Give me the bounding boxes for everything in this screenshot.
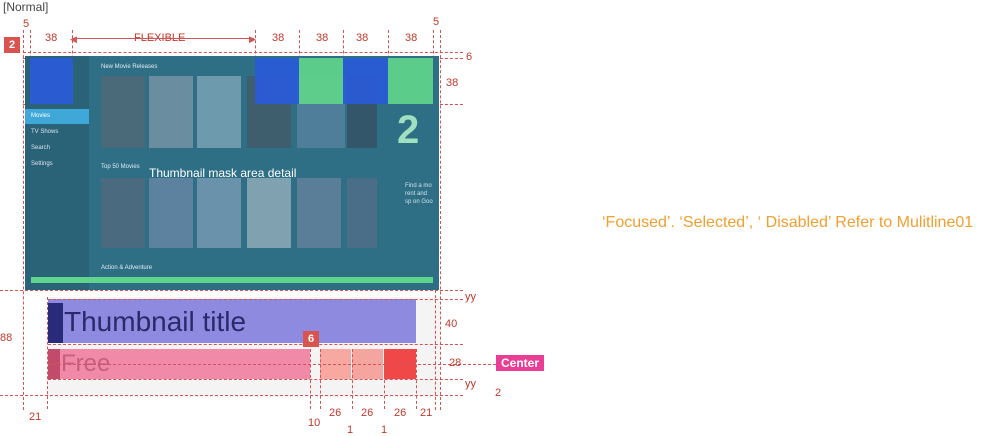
section-action: Action & Adventure [101, 265, 153, 271]
poster-2 [149, 76, 193, 148]
guide-v-310 [310, 349, 311, 409]
mask-box-c [343, 58, 388, 104]
guide-v-outer-right [440, 30, 441, 410]
poster-10 [247, 178, 291, 248]
poster-1 [101, 76, 145, 148]
guide-h-299 [48, 299, 463, 300]
dim-row-height: 38 [446, 77, 459, 89]
mask-box-b [299, 58, 343, 104]
poster-9 [197, 178, 241, 248]
dim-right-inset: 21 [420, 407, 433, 419]
mask-box-d [388, 58, 433, 104]
poster-7 [101, 178, 145, 248]
guide-h-290 [0, 290, 463, 291]
section-top50: Top 50 Movies [101, 164, 140, 170]
dim-sub-height: 28 [449, 357, 462, 369]
dim-col-b: 38 [316, 32, 329, 44]
guide-v-320 [320, 349, 321, 409]
dim-w26a: 26 [329, 407, 342, 419]
mask-caption: Thumbnail mask area detail [149, 166, 297, 180]
guide-v-416 [416, 349, 417, 409]
progress-strip [31, 277, 433, 283]
dim-right-margin: 5 [433, 16, 440, 28]
dim-w26c: 26 [394, 407, 407, 419]
guide-h-395 [0, 395, 463, 396]
dim-yy-top: yy [465, 291, 476, 303]
guide-v-352 [352, 349, 353, 409]
guide-h-52 [23, 52, 463, 53]
guide-v-384 [384, 349, 385, 409]
dim-left-margin: 5 [23, 18, 30, 30]
mask-box-a [255, 58, 299, 104]
dim-col-a: 38 [272, 32, 285, 44]
dim-col-c: 38 [356, 32, 369, 44]
center-tag: Center [496, 355, 545, 371]
dim-g1a: 1 [347, 424, 354, 436]
dim-g1b: 1 [381, 424, 388, 436]
poster-12 [347, 178, 377, 248]
thumbnail-title: Thumbnail title [64, 306, 247, 337]
guide-v-435 [435, 290, 436, 410]
dim-top-gap: 6 [466, 51, 473, 63]
dim-col1: 38 [45, 32, 58, 44]
poster-11 [297, 178, 341, 248]
section-new-releases: New Movie Releases [101, 64, 158, 70]
dim-left-inset: 21 [29, 411, 42, 423]
menu-movies: Movies [31, 113, 51, 119]
dim-left-height: 88 [0, 332, 13, 344]
poster-3 [197, 76, 241, 148]
menu-search: Search [31, 145, 51, 151]
flexible-arrow [72, 38, 254, 39]
dim-w26b: 26 [361, 407, 374, 419]
menu-settings: Settings [31, 161, 53, 167]
state-tag: [Normal] [3, 0, 49, 14]
state-reference-note: ‘Focused’. ‘Selected’, ‘ Disabled’ Refer… [602, 214, 974, 231]
dim-title-height: 40 [445, 318, 458, 330]
guide-v-outer-left [23, 30, 24, 410]
dim-gap10: 10 [308, 417, 321, 429]
guide-v-47 [47, 297, 48, 409]
badge-2: 2 [4, 37, 20, 53]
guide-h-343 [48, 344, 463, 345]
mask-box-left [30, 58, 73, 104]
dim-col-d: 38 [405, 32, 418, 44]
poster-8 [149, 178, 193, 248]
guide-h-379 [48, 379, 463, 380]
title-mark [48, 303, 63, 343]
dim-yy-bottom: yy [465, 378, 476, 390]
big-number: 2 [397, 108, 420, 152]
side-promo-text: Find a mo rent and sp on Goo [405, 183, 433, 205]
menu-tvshows: TV Shows [31, 129, 59, 135]
guide-h-364 [48, 364, 496, 365]
dim-bottom-gap: 2 [495, 387, 502, 399]
